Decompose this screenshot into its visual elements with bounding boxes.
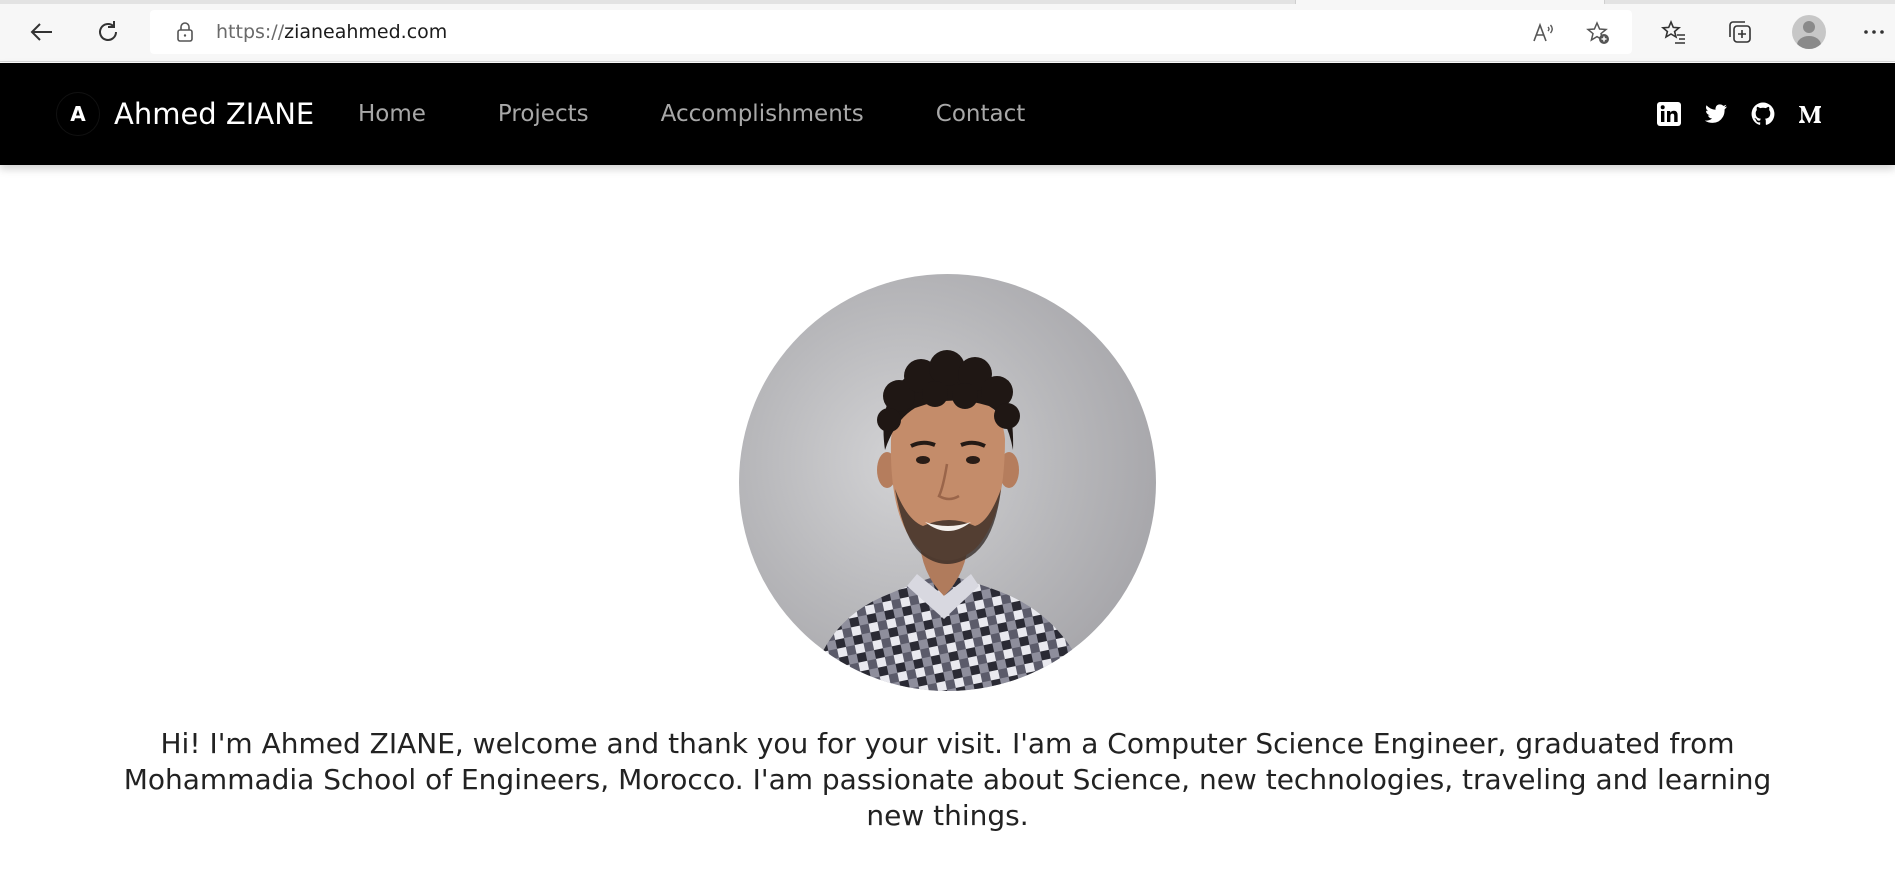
- favorites-button[interactable]: [1654, 12, 1694, 52]
- refresh-button[interactable]: [88, 12, 128, 52]
- nav-links: Home Projects Accomplishments Contact: [358, 63, 1097, 165]
- back-icon: [30, 23, 52, 41]
- url-scheme: https://: [216, 21, 285, 43]
- nav-link-home[interactable]: Home: [358, 101, 426, 127]
- read-aloud-button[interactable]: [1528, 17, 1560, 49]
- profile-photo: [739, 274, 1156, 691]
- medium-icon: [1799, 106, 1821, 123]
- add-favorite-icon: [1586, 21, 1609, 44]
- back-button[interactable]: [22, 12, 62, 52]
- more-button[interactable]: [1857, 12, 1891, 52]
- lock-icon[interactable]: [174, 21, 196, 43]
- favorites-icon: [1660, 19, 1685, 44]
- avatar-head: [1803, 21, 1815, 33]
- brand-name: Ahmed ZIANE: [114, 97, 315, 131]
- site-navbar: A Ahmed ZIANE Home Projects Accomplishme…: [0, 63, 1895, 165]
- nav-link-accomplishments[interactable]: Accomplishments: [661, 101, 864, 127]
- url-host: zianeahmed.com: [284, 21, 448, 43]
- github-icon: [1751, 102, 1775, 125]
- linkedin-icon: [1657, 102, 1681, 126]
- brand-logo: A: [56, 92, 100, 136]
- browser-toolbar: https://zianeahmed.com: [0, 0, 1895, 62]
- refresh-icon: [99, 21, 117, 41]
- nav-link-projects[interactable]: Projects: [498, 101, 589, 127]
- profile-avatar[interactable]: [1792, 15, 1826, 49]
- medium-link[interactable]: [1795, 99, 1825, 129]
- nav-link-contact[interactable]: Contact: [936, 101, 1025, 127]
- social-links: [1637, 63, 1825, 165]
- tab-strip: [0, 0, 1895, 4]
- twitter-link[interactable]: [1701, 99, 1731, 129]
- collections-button[interactable]: [1720, 12, 1760, 52]
- intro-text: Hi! I'm Ahmed ZIANE, welcome and thank y…: [123, 727, 1772, 832]
- linkedin-link[interactable]: [1654, 99, 1684, 129]
- github-link[interactable]: [1748, 99, 1778, 129]
- avatar-body: [1797, 36, 1821, 49]
- add-favorite-button[interactable]: [1582, 17, 1614, 49]
- collections-icon: [1729, 21, 1751, 43]
- more-icon: [1864, 30, 1884, 34]
- url-text[interactable]: https://zianeahmed.com: [216, 21, 447, 43]
- brand-link[interactable]: A Ahmed ZIANE: [56, 63, 314, 165]
- portrait-illustration: [809, 350, 1091, 691]
- active-tab-edge: [1295, 0, 1605, 4]
- read-aloud-icon: [1533, 22, 1553, 42]
- twitter-icon: [1704, 104, 1727, 123]
- address-bar[interactable]: https://zianeahmed.com: [150, 10, 1632, 54]
